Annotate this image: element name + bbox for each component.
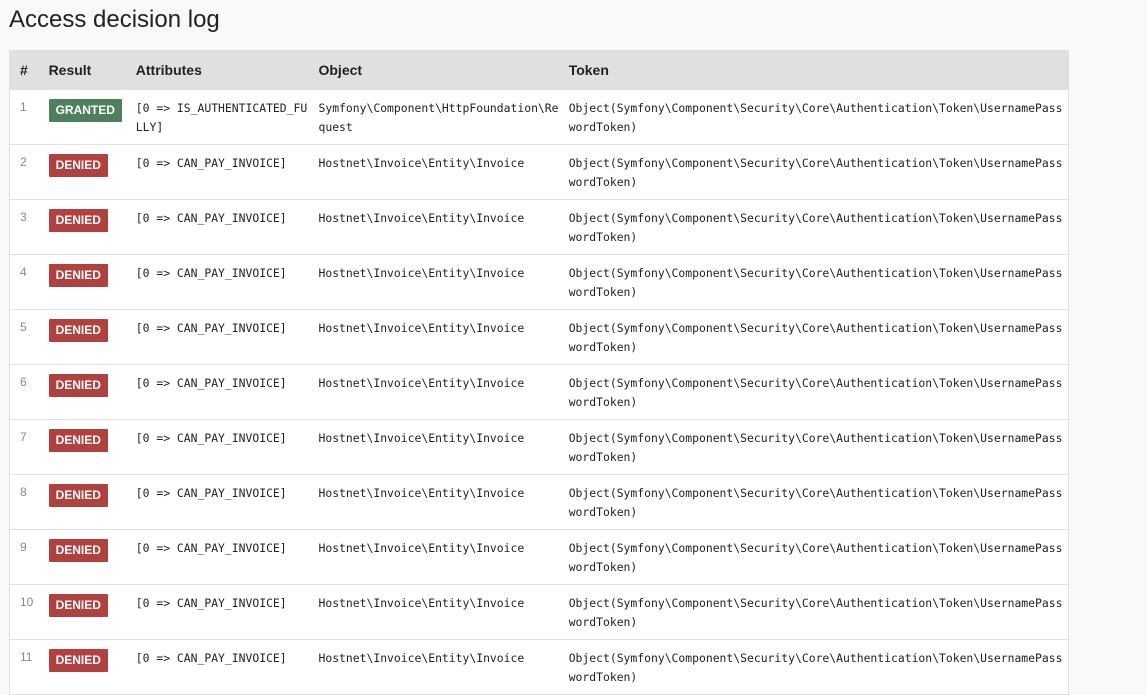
result-cell: DENIED [38, 199, 126, 255]
object-cell: Hostnet\Invoice\Entity\Invoice [308, 584, 559, 640]
result-cell: DENIED [38, 254, 126, 310]
attributes-cell: [0 => CAN_PAY_INVOICE] [125, 144, 309, 200]
token-cell: Object(Symfony\Component\Security\Core\A… [558, 639, 1069, 695]
result-cell: DENIED [38, 144, 126, 200]
access-decision-table: # Result Attributes Object Token 1 GRANTE… [9, 50, 1069, 695]
attributes-cell: [0 => CAN_PAY_INVOICE] [125, 309, 309, 365]
row-number: 7 [9, 419, 39, 475]
table-header-row: # Result Attributes Object Token [9, 50, 1069, 90]
attributes-cell: [0 => CAN_PAY_INVOICE] [125, 364, 309, 420]
table-row: 10 DENIED [0 => CAN_PAY_INVOICE] Hostnet\In… [9, 584, 1069, 640]
table-body: 1 GRANTED [0 => IS_AUTHENTICATED_FULLY] Sym… [9, 89, 1069, 695]
result-cell: DENIED [38, 364, 126, 420]
object-cell: Hostnet\Invoice\Entity\Invoice [308, 529, 559, 585]
status-badge: DENIED [48, 154, 108, 177]
result-cell: GRANTED [38, 89, 126, 145]
token-cell: Object(Symfony\Component\Security\Core\A… [558, 309, 1069, 365]
token-cell: Object(Symfony\Component\Security\Core\A… [558, 254, 1069, 310]
row-number: 5 [9, 309, 39, 365]
token-cell: Object(Symfony\Component\Security\Core\A… [558, 89, 1069, 145]
row-number: 11 [9, 639, 39, 695]
table-row: 11 DENIED [0 => CAN_PAY_INVOICE] Hostnet\In… [9, 639, 1069, 695]
status-badge: DENIED [48, 264, 108, 287]
attributes-cell: [0 => IS_AUTHENTICATED_FULLY] [125, 89, 309, 145]
status-badge: GRANTED [48, 99, 122, 122]
object-cell: Hostnet\Invoice\Entity\Invoice [308, 639, 559, 695]
attributes-cell: [0 => CAN_PAY_INVOICE] [125, 254, 309, 310]
table-row: 2 DENIED [0 => CAN_PAY_INVOICE] Hostnet\Inv… [9, 144, 1069, 200]
object-cell: Symfony\Component\HttpFoundation\Request [308, 89, 559, 145]
object-cell: Hostnet\Invoice\Entity\Invoice [308, 419, 559, 475]
object-cell: Hostnet\Invoice\Entity\Invoice [308, 364, 559, 420]
attributes-cell: [0 => CAN_PAY_INVOICE] [125, 474, 309, 530]
table-row: 1 GRANTED [0 => IS_AUTHENTICATED_FULLY] Sym… [9, 89, 1069, 145]
result-cell: DENIED [38, 584, 126, 640]
row-number: 6 [9, 364, 39, 420]
header-attributes: Attributes [125, 50, 309, 90]
token-cell: Object(Symfony\Component\Security\Core\A… [558, 474, 1069, 530]
status-badge: DENIED [48, 484, 108, 507]
result-cell: DENIED [38, 529, 126, 585]
token-cell: Object(Symfony\Component\Security\Core\A… [558, 144, 1069, 200]
result-cell: DENIED [38, 639, 126, 695]
header-token: Token [558, 50, 1069, 90]
table-row: 8 DENIED [0 => CAN_PAY_INVOICE] Hostnet\Inv… [9, 474, 1069, 530]
attributes-cell: [0 => CAN_PAY_INVOICE] [125, 584, 309, 640]
result-cell: DENIED [38, 474, 126, 530]
row-number: 9 [9, 529, 39, 585]
table-row: 3 DENIED [0 => CAN_PAY_INVOICE] Hostnet\Inv… [9, 199, 1069, 255]
status-badge: DENIED [48, 594, 108, 617]
attributes-cell: [0 => CAN_PAY_INVOICE] [125, 639, 309, 695]
object-cell: Hostnet\Invoice\Entity\Invoice [308, 144, 559, 200]
row-number: 3 [9, 199, 39, 255]
attributes-cell: [0 => CAN_PAY_INVOICE] [125, 419, 309, 475]
object-cell: Hostnet\Invoice\Entity\Invoice [308, 309, 559, 365]
row-number: 1 [9, 89, 39, 145]
token-cell: Object(Symfony\Component\Security\Core\A… [558, 584, 1069, 640]
token-cell: Object(Symfony\Component\Security\Core\A… [558, 364, 1069, 420]
status-badge: DENIED [48, 209, 108, 232]
object-cell: Hostnet\Invoice\Entity\Invoice [308, 474, 559, 530]
row-number: 10 [9, 584, 39, 640]
status-badge: DENIED [48, 319, 108, 342]
token-cell: Object(Symfony\Component\Security\Core\A… [558, 529, 1069, 585]
object-cell: Hostnet\Invoice\Entity\Invoice [308, 199, 559, 255]
result-cell: DENIED [38, 309, 126, 365]
attributes-cell: [0 => CAN_PAY_INVOICE] [125, 199, 309, 255]
page-title: Access decision log [9, 6, 220, 33]
result-cell: DENIED [38, 419, 126, 475]
table-row: 4 DENIED [0 => CAN_PAY_INVOICE] Hostnet\Inv… [9, 254, 1069, 310]
token-cell: Object(Symfony\Component\Security\Core\A… [558, 199, 1069, 255]
table-row: 6 DENIED [0 => CAN_PAY_INVOICE] Hostnet\Inv… [9, 364, 1069, 420]
status-badge: DENIED [48, 649, 108, 672]
status-badge: DENIED [48, 374, 108, 397]
header-result: Result [38, 50, 126, 90]
row-number: 2 [9, 144, 39, 200]
row-number: 4 [9, 254, 39, 310]
object-cell: Hostnet\Invoice\Entity\Invoice [308, 254, 559, 310]
attributes-cell: [0 => CAN_PAY_INVOICE] [125, 529, 309, 585]
status-badge: DENIED [48, 429, 108, 452]
token-cell: Object(Symfony\Component\Security\Core\A… [558, 419, 1069, 475]
status-badge: DENIED [48, 539, 108, 562]
row-number: 8 [9, 474, 39, 530]
header-num: # [9, 50, 39, 90]
table-row: 5 DENIED [0 => CAN_PAY_INVOICE] Hostnet\Inv… [9, 309, 1069, 365]
table-row: 9 DENIED [0 => CAN_PAY_INVOICE] Hostnet\Inv… [9, 529, 1069, 585]
header-object: Object [308, 50, 559, 90]
table-row: 7 DENIED [0 => CAN_PAY_INVOICE] Hostnet\Inv… [9, 419, 1069, 475]
